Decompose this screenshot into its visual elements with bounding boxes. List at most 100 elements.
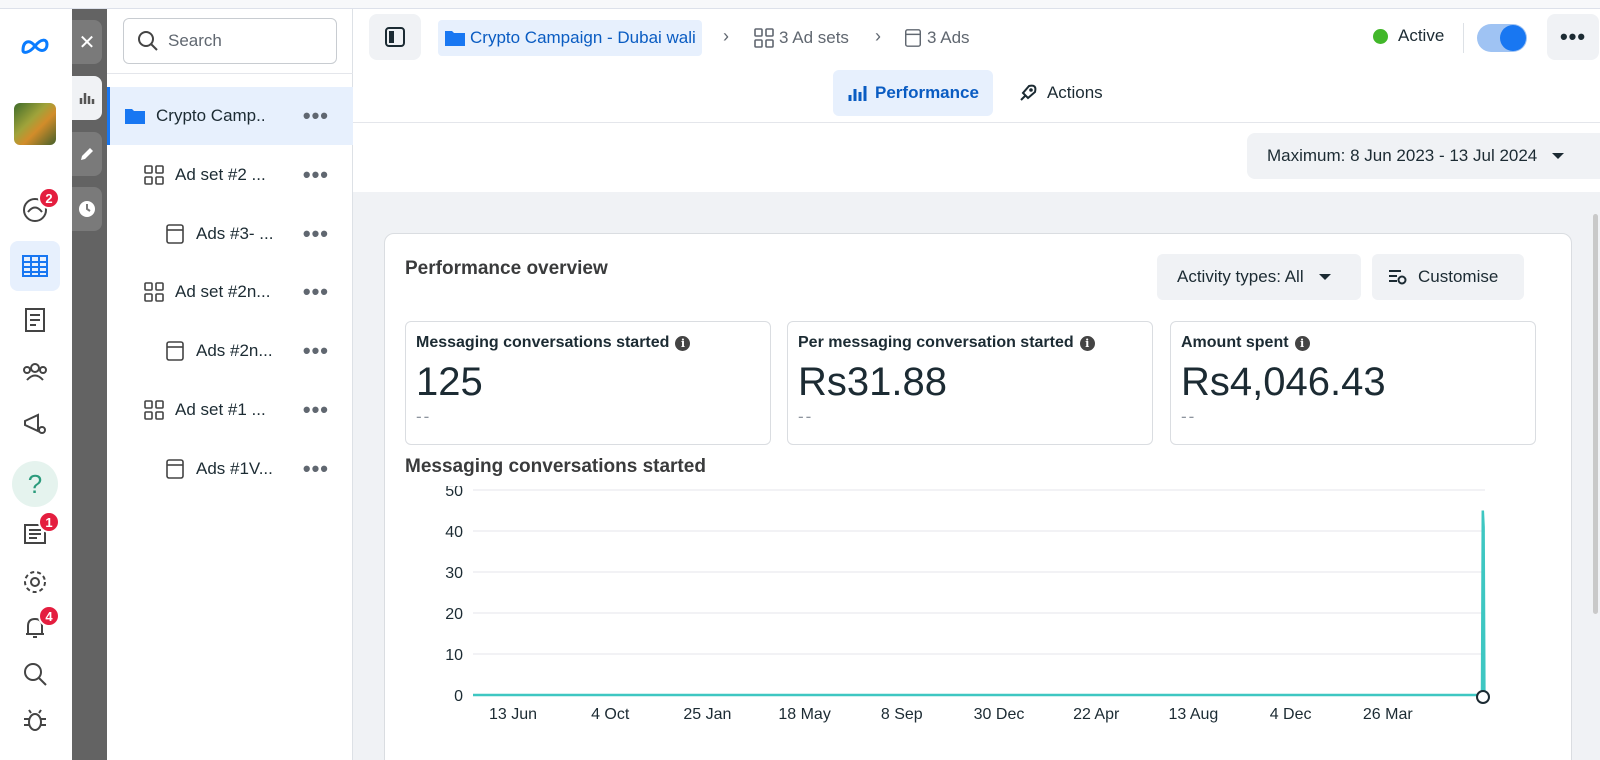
bar-chart-icon [848,86,867,101]
date-range-label: Maximum: 8 Jun 2023 - 13 Jul 2024 [1267,146,1538,165]
audiences-icon[interactable] [10,347,60,397]
customise-label: Customise [1418,267,1499,286]
campaign-active-toggle[interactable] [1477,24,1527,52]
activity-types-filter[interactable]: Activity types: All [1157,254,1361,300]
metric-value: 125 [416,360,483,404]
customise-settings-icon [1389,270,1407,285]
breadcrumb-ads[interactable]: 3 Ads [903,20,970,56]
tree-item-adset[interactable]: Ad set #1 ... ••• [107,381,353,439]
metric-conversations[interactable]: Messaging conversations started i 125 -- [405,321,771,445]
meta-logo-icon[interactable] [10,21,60,71]
more-options-icon[interactable]: ••• [303,397,329,423]
tree-item-campaign[interactable]: Crypto Camp... ••• [107,87,353,145]
info-icon[interactable]: i [1079,335,1095,351]
notifications-bell-icon[interactable]: 4 [10,603,60,653]
tree-item-ad[interactable]: Ads #2n... ••• [107,322,353,380]
pages-icon[interactable] [10,295,60,345]
date-range-picker[interactable]: Maximum: 8 Jun 2023 - 13 Jul 2024 [1247,133,1600,179]
edit-pencil-icon[interactable] [72,132,102,176]
more-options-icon[interactable]: ••• [303,456,329,482]
tree-item-label: Ad set #1 ... [175,400,266,419]
x-tick-label: 26 Mar [1363,706,1413,723]
more-options-icon[interactable]: ••• [303,103,329,129]
activity-types-label: Activity types: All [1177,267,1304,286]
metric-change: -- [1181,407,1197,426]
tree-item-adset[interactable]: Ad set #2 ... ••• [107,146,353,204]
adset-grid-icon [144,165,164,185]
main-header: Crypto Campaign - Dubai wali › 3 Ad sets… [353,9,1600,192]
y-tick-label: 20 [445,606,463,623]
tree-divider [107,73,353,74]
chevron-right-icon: › [723,26,729,46]
status-label: Active [1398,26,1445,45]
tree-item-label: Crypto Camp... [156,106,264,125]
ads-manager-table-icon[interactable] [10,241,60,291]
rocket-icon [1020,84,1037,101]
settings-gear-icon[interactable] [10,557,60,607]
metric-amount-spent[interactable]: Amount spent i Rs4,046.43 -- [1170,321,1536,445]
tab-performance[interactable]: Performance [833,70,993,116]
caret-down-icon [1318,274,1331,280]
more-options-icon[interactable]: ••• [303,279,329,305]
activity-badge: 2 [38,187,60,209]
tree-item-label: Ads #3- ... [196,224,274,243]
vertical-scrollbar[interactable] [1593,214,1598,614]
tab-actions[interactable]: Actions [1003,70,1117,116]
notifications-badge: 4 [38,605,60,627]
tree-item-ad[interactable]: Ads #3- ... ••• [107,205,353,263]
tree-search[interactable] [123,18,337,64]
history-clock-icon[interactable] [72,187,102,231]
adset-grid-icon [144,400,164,420]
info-icon[interactable]: i [1294,335,1310,351]
metric-value: Rs4,046.43 [1181,360,1386,404]
y-tick-label: 40 [445,524,463,541]
breadcrumb-campaign[interactable]: Crypto Campaign - Dubai wali [438,20,702,56]
search-icon[interactable] [10,649,60,699]
x-tick-label: 13 Jun [489,706,537,723]
status-dot [1373,28,1388,44]
app-rail: 2 ? 1 4 [0,9,72,760]
x-tick-label: 25 Jan [683,706,731,723]
campaign-megaphone-icon[interactable] [10,399,60,449]
news-badge: 1 [38,511,60,533]
tree-item-ad[interactable]: Ads #1V... ••• [107,440,353,498]
search-input[interactable] [168,31,328,51]
more-options-button[interactable]: ••• [1547,14,1599,60]
x-tick-label: 4 Dec [1270,706,1312,723]
more-options-icon[interactable]: ••• [303,221,329,247]
activity-icon[interactable]: 2 [10,185,60,235]
more-options-icon[interactable]: ••• [303,338,329,364]
bug-report-icon[interactable] [10,695,60,745]
adset-grid-icon [754,28,774,48]
campaign-tree-panel: Crypto Camp... ••• Ad set #2 ... ••• Ads… [107,9,353,760]
close-icon[interactable]: ✕ [72,20,102,64]
performance-chart-icon[interactable] [72,76,102,120]
help-icon: ? [12,461,58,507]
tree-item-adset[interactable]: Ad set #2n... ••• [107,263,353,321]
metric-label: Per messaging conversation started [798,334,1074,351]
x-tick-label: 22 Apr [1073,706,1120,723]
help-button[interactable]: ? [10,459,60,509]
info-icon[interactable]: i [675,335,691,351]
account-avatar[interactable] [10,99,60,149]
ad-icon [166,224,184,244]
x-tick-label: 30 Dec [974,706,1025,723]
tab-actions-label: Actions [1046,83,1103,102]
main-content: Crypto Campaign - Dubai wali › 3 Ad sets… [353,9,1600,760]
toggle-panel-button[interactable] [369,14,421,60]
y-tick-label: 50 [445,486,463,500]
ad-icon [905,29,921,47]
metric-change: -- [798,407,814,426]
more-options-icon[interactable]: ••• [303,162,329,188]
tree-item-label: Ad set #2 ... [175,165,266,184]
search-icon [138,31,158,51]
x-tick-label: 4 Oct [591,706,630,723]
customise-button[interactable]: Customise [1372,254,1524,300]
breadcrumb-adsets[interactable]: 3 Ad sets [753,20,849,56]
breadcrumb-ads-label: 3 Ads [927,28,970,47]
chart-title: Messaging conversations started [405,456,706,477]
metric-label: Messaging conversations started [416,334,670,351]
folder-icon [445,31,465,46]
news-icon[interactable]: 1 [10,509,60,559]
metric-cost-per-conversation[interactable]: Per messaging conversation started i Rs31… [787,321,1153,445]
